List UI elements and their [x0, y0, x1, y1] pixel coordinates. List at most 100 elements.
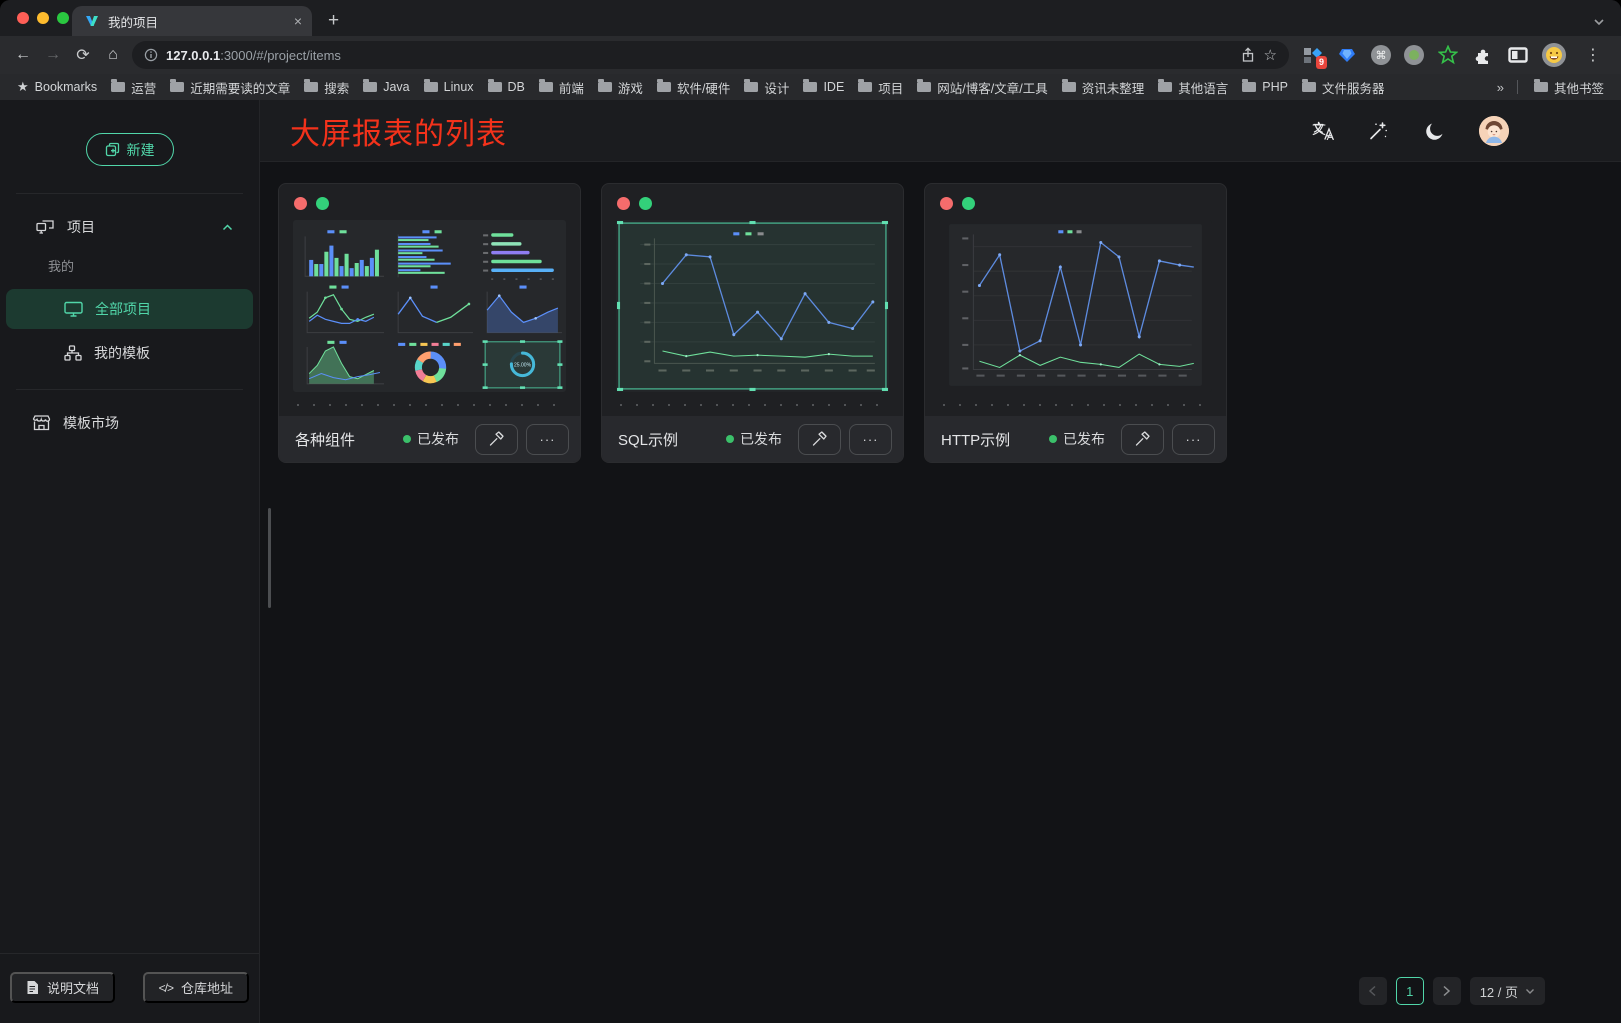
profile-avatar-icon[interactable] [1542, 43, 1566, 67]
repo-button[interactable]: </> 仓库地址 [143, 972, 249, 1003]
reload-button[interactable]: ⟳ [68, 40, 98, 70]
sidebar-item-template-market[interactable]: 模板市场 [0, 402, 259, 444]
bookmark-folder[interactable]: 游戏 [591, 78, 650, 97]
bookmark-folder[interactable]: IDE [796, 80, 851, 94]
bookmark-folder[interactable]: 搜索 [297, 78, 356, 97]
docs-button[interactable]: 说明文档 [10, 972, 115, 1003]
folder-icon [1302, 82, 1316, 92]
bookmark-folder[interactable]: 项目 [851, 78, 910, 97]
user-avatar[interactable] [1479, 116, 1509, 146]
folder-icon [803, 82, 817, 92]
prev-page-button[interactable] [1359, 977, 1387, 1005]
new-project-button[interactable]: 新建 [86, 133, 174, 166]
project-card[interactable]: SQL示例 已发布 ··· [601, 183, 904, 463]
bookmark-folder[interactable]: Linux [417, 80, 481, 94]
bookmark-folder[interactable]: 文件服务器 [1295, 78, 1392, 97]
browser-toolbar: ← → ⟳ ⌂ 127.0.0.1:3000/#/project/items ☆… [0, 36, 1621, 74]
new-tab-button[interactable]: + [328, 11, 339, 30]
bookmarks-overflow-icon[interactable]: » [1493, 80, 1508, 95]
browser-menu-icon[interactable]: ⋮ [1579, 45, 1607, 65]
tab-title: 我的项目 [108, 12, 286, 31]
project-list-content: 25.00% 各种组件 已发布 ··· [260, 162, 1621, 1023]
pagination: 1 12 / 页 [1359, 977, 1545, 1005]
bookmark-folder[interactable]: 前端 [532, 78, 591, 97]
status-dot [403, 435, 411, 443]
bookmark-folder[interactable]: 运营 [104, 78, 163, 97]
card-green-dot [639, 197, 652, 210]
share-icon[interactable] [1240, 47, 1256, 63]
theme-wand-icon[interactable] [1365, 118, 1391, 144]
tab-close-icon[interactable]: × [294, 14, 302, 28]
copy-plus-icon [105, 142, 120, 157]
publish-status: 已发布 [726, 429, 782, 449]
extension-gem-icon[interactable] [1336, 44, 1358, 66]
back-button[interactable]: ← [8, 40, 38, 70]
bookmark-folder[interactable]: 软件/硬件 [650, 78, 737, 97]
project-name: 各种组件 [295, 429, 395, 450]
url-path: :3000/#/project/items [220, 48, 341, 63]
other-bookmarks-folder[interactable]: 其他书签 [1527, 78, 1611, 97]
site-info-icon[interactable] [144, 48, 158, 62]
bookmark-folder[interactable]: 设计 [737, 78, 796, 97]
minimize-window-button[interactable] [37, 12, 49, 24]
close-window-button[interactable] [17, 12, 29, 24]
project-name: SQL示例 [618, 429, 718, 450]
folder-icon [1158, 82, 1172, 92]
sidebar-toggle-icon[interactable] [1507, 44, 1529, 66]
bookmark-folder[interactable]: PHP [1235, 80, 1295, 94]
more-actions-button[interactable]: ··· [526, 424, 569, 455]
code-icon: </> [159, 981, 173, 995]
project-card[interactable]: HTTP示例 已发布 ··· [924, 183, 1227, 463]
edit-project-button[interactable] [1121, 424, 1164, 455]
browser-tab[interactable]: 我的项目 × [72, 6, 312, 36]
hammer-icon [811, 431, 828, 447]
tab-search-chevron-icon[interactable] [1593, 13, 1605, 31]
folder-icon [111, 82, 125, 92]
chevron-up-icon[interactable] [222, 224, 233, 231]
home-button[interactable]: ⌂ [98, 40, 128, 70]
sidebar-section-project[interactable]: 项目 [0, 206, 259, 248]
extension-badge: 9 [1316, 56, 1327, 69]
bookmark-folder[interactable]: 网站/博客/文章/工具 [910, 78, 1054, 97]
more-actions-button[interactable]: ··· [1172, 424, 1215, 455]
edit-project-button[interactable] [475, 424, 518, 455]
sidebar-item-all-projects[interactable]: 全部项目 [6, 289, 253, 329]
more-icon: ··· [540, 432, 556, 447]
more-actions-button[interactable]: ··· [849, 424, 892, 455]
next-page-button[interactable] [1433, 977, 1461, 1005]
publish-status: 已发布 [403, 429, 459, 449]
bookmark-folder[interactable]: 资讯未整理 [1055, 78, 1152, 97]
extension-green-dot-icon[interactable] [1404, 45, 1424, 65]
hammer-icon [1134, 431, 1151, 447]
dark-mode-moon-icon[interactable] [1422, 118, 1448, 144]
folder-icon [363, 82, 377, 92]
divider [16, 193, 243, 194]
project-name: HTTP示例 [941, 429, 1041, 450]
extension-command-icon[interactable]: ⌘ [1371, 45, 1391, 65]
bookmark-folder[interactable]: 其他语言 [1151, 78, 1235, 97]
address-bar[interactable]: 127.0.0.1:3000/#/project/items ☆ [132, 41, 1289, 69]
bookmark-folder[interactable]: DB [481, 80, 532, 94]
folder-icon [1062, 82, 1076, 92]
project-card[interactable]: 25.00% 各种组件 已发布 ··· [278, 183, 581, 463]
chevron-down-icon [1525, 988, 1535, 995]
extensions-puzzle-icon[interactable] [1472, 44, 1494, 66]
bookmark-folder[interactable]: Java [356, 80, 416, 94]
language-toggle-icon[interactable]: 文 A [1312, 121, 1334, 141]
sidebar-item-my-templates[interactable]: 我的模板 [6, 333, 253, 373]
bookmark-folder[interactable]: 近期需要读的文章 [163, 78, 297, 97]
bookmark-star-icon[interactable]: ☆ [1264, 48, 1277, 63]
project-thumbnail [616, 220, 889, 392]
bookmarks-manager[interactable]: ★Bookmarks [10, 79, 104, 95]
scrollbar-thumb[interactable] [268, 508, 271, 608]
forward-button[interactable]: → [38, 40, 68, 70]
extension-blue-diamond-icon[interactable]: 9 [1301, 44, 1323, 66]
page-size-select[interactable]: 12 / 页 [1470, 977, 1545, 1005]
browser-window: 我的项目 × + ← → ⟳ ⌂ 127.0.0.1:3000/#/projec… [0, 0, 1621, 1023]
dotted-divider [620, 404, 885, 406]
tab-strip: 我的项目 × + [0, 0, 1621, 36]
maximize-window-button[interactable] [57, 12, 69, 24]
extension-green-star-icon[interactable] [1437, 44, 1459, 66]
edit-project-button[interactable] [798, 424, 841, 455]
page-number-1[interactable]: 1 [1396, 977, 1424, 1005]
